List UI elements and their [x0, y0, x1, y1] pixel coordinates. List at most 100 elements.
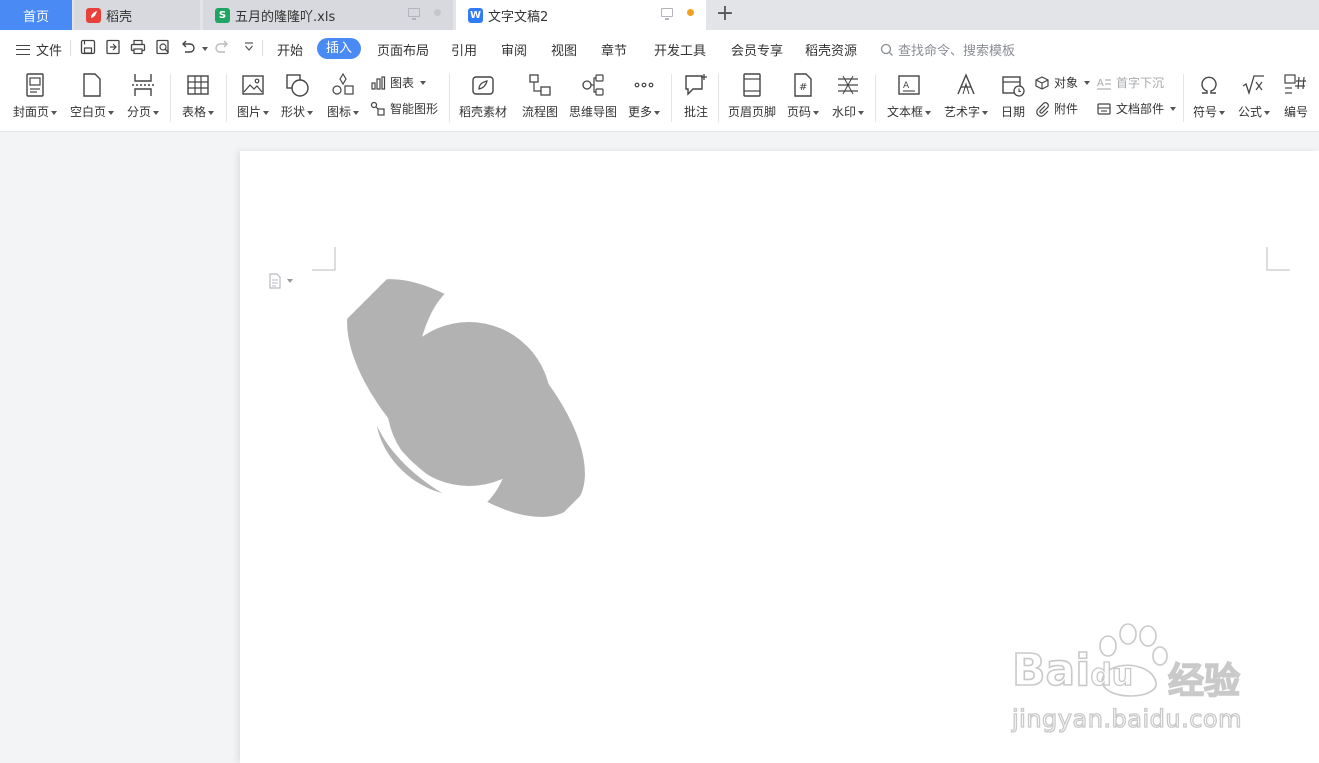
menu-docer-resources[interactable]: 稻壳资源 — [805, 40, 857, 59]
unsaved-dot[interactable] — [687, 9, 694, 16]
watermark-label: 水印 — [831, 105, 856, 119]
margin-corner-top-right — [1266, 247, 1290, 271]
menu-references[interactable]: 引用 — [451, 40, 477, 59]
svg-text:#: # — [799, 82, 807, 93]
symbol-button[interactable]: 符号 — [1191, 72, 1227, 120]
new-tab-button[interactable]: + — [714, 3, 736, 27]
watermark-jingyan: 经验 — [1167, 660, 1241, 702]
menu-insert[interactable]: 插入 — [317, 38, 361, 59]
docer-material-button[interactable]: 稻壳素材 — [457, 72, 509, 120]
smart-graphic-icon — [370, 101, 385, 116]
page-break-label: 分页 — [126, 105, 151, 119]
menu-page-layout[interactable]: 页面布局 — [377, 40, 429, 59]
table-button[interactable]: 表格 — [180, 72, 216, 120]
tab-bar: 首页 稻壳 S 五月的隆隆吖.xls W 文字文稿2 + — [0, 0, 1319, 30]
monitor-icon[interactable] — [408, 8, 420, 20]
file-menu[interactable]: 文件 — [16, 40, 62, 59]
menu-section[interactable]: 章节 — [601, 40, 627, 59]
tab-spreadsheet-label: 五月的隆隆吖.xls — [235, 9, 336, 25]
menu-developer[interactable]: 开发工具 — [654, 40, 706, 59]
document-parts-button[interactable]: 文档部件 — [1096, 100, 1177, 117]
print-preview-icon[interactable] — [154, 38, 172, 56]
object-icon — [1035, 75, 1049, 90]
menu-member[interactable]: 会员专享 — [731, 40, 783, 59]
object-label: 对象 — [1054, 76, 1079, 90]
blank-page-button[interactable]: 空白页 — [69, 72, 115, 120]
chart-label: 图表 — [390, 76, 415, 90]
drop-cap-label: 首字下沉 — [1116, 76, 1165, 90]
chart-icon — [371, 75, 386, 90]
more-button[interactable]: 更多 — [626, 72, 662, 120]
undo-dropdown-icon[interactable] — [202, 47, 208, 51]
mind-map-button[interactable]: 思维导图 — [568, 72, 618, 120]
object-button[interactable]: 对象 — [1034, 74, 1091, 91]
menu-review[interactable]: 审阅 — [501, 40, 527, 59]
wordart-button[interactable]: 艺术字 — [942, 72, 990, 120]
document-parts-icon — [1097, 102, 1111, 115]
table-icon — [187, 75, 209, 95]
shape-icon — [286, 74, 309, 97]
page-break-button[interactable]: 分页 — [126, 72, 160, 120]
smart-graphic-button[interactable]: 智能图形 — [370, 100, 438, 117]
watermark-button[interactable]: 水印 — [830, 72, 866, 120]
text-box-button[interactable]: A 文本框 — [885, 72, 933, 120]
shape-button[interactable]: 形状 — [279, 72, 315, 120]
more-label: 更多 — [627, 105, 652, 119]
smart-graphic-label: 智能图形 — [390, 102, 439, 116]
redo-icon[interactable] — [213, 38, 231, 56]
numbering-button[interactable]: 编号 — [1280, 72, 1312, 120]
drop-cap-button[interactable]: A 首字下沉 — [1096, 74, 1164, 91]
saturn-icon[interactable] — [326, 262, 616, 552]
icon-library-button[interactable]: 图标 — [325, 72, 361, 120]
divider — [226, 74, 227, 122]
search-icon — [880, 43, 893, 56]
menu-view[interactable]: 视图 — [551, 40, 577, 59]
wordart-icon — [957, 73, 975, 95]
attachment-button[interactable]: 附件 — [1034, 100, 1078, 117]
docer-material-label: 稻壳素材 — [458, 105, 507, 119]
cover-page-button[interactable]: 封面页 — [12, 72, 58, 120]
tab-docer[interactable]: 稻壳 — [74, 0, 200, 30]
tab-home[interactable]: 首页 — [0, 0, 72, 30]
blank-page-icon — [83, 73, 101, 97]
divider — [449, 74, 450, 122]
comment-button[interactable]: 批注 — [680, 72, 712, 120]
hamburger-icon — [16, 44, 30, 55]
text-box-icon: A — [898, 75, 920, 95]
header-footer-icon — [743, 73, 761, 97]
page-break-icon — [132, 74, 154, 96]
page-number-button[interactable]: # 页码 — [785, 72, 821, 120]
monitor-icon[interactable] — [661, 8, 673, 20]
mind-map-label: 思维导图 — [568, 105, 617, 119]
chart-button[interactable]: 图表 — [370, 74, 427, 91]
document-parts-label: 文档部件 — [1116, 102, 1165, 116]
date-button[interactable]: 日期 — [998, 72, 1028, 120]
export-pdf-icon[interactable] — [104, 38, 122, 56]
tab-document[interactable]: W 文字文稿2 — [456, 0, 706, 30]
cover-page-label: 封面页 — [12, 105, 49, 119]
divider — [718, 74, 719, 122]
save-icon[interactable] — [79, 38, 97, 56]
customize-toolbar-icon[interactable] — [240, 38, 258, 56]
picture-button[interactable]: 图片 — [235, 72, 271, 120]
divider — [671, 74, 672, 122]
date-label: 日期 — [1000, 105, 1025, 119]
menu-home[interactable]: 开始 — [277, 40, 303, 59]
print-icon[interactable] — [129, 38, 147, 56]
header-footer-button[interactable]: 页眉页脚 — [726, 72, 778, 120]
watermark-icon — [838, 75, 858, 95]
tab-home-label: 首页 — [22, 9, 49, 25]
flowchart-button[interactable]: 流程图 — [519, 72, 561, 120]
header-footer-label: 页眉页脚 — [727, 105, 776, 119]
undo-icon[interactable] — [179, 38, 197, 56]
formula-button[interactable]: 公式 — [1236, 72, 1272, 120]
search-placeholder: 查找命令、搜索模板 — [898, 44, 1016, 59]
command-search[interactable]: 查找命令、搜索模板 — [880, 40, 1015, 59]
icon-library-icon — [332, 72, 354, 95]
paragraph-options[interactable] — [268, 273, 293, 289]
numbering-label: 编号 — [1283, 105, 1308, 119]
tab-spreadsheet[interactable]: S 五月的隆隆吖.xls — [203, 0, 453, 30]
divider — [262, 40, 263, 56]
divider — [170, 74, 171, 122]
tab-status-dot[interactable] — [434, 9, 441, 16]
